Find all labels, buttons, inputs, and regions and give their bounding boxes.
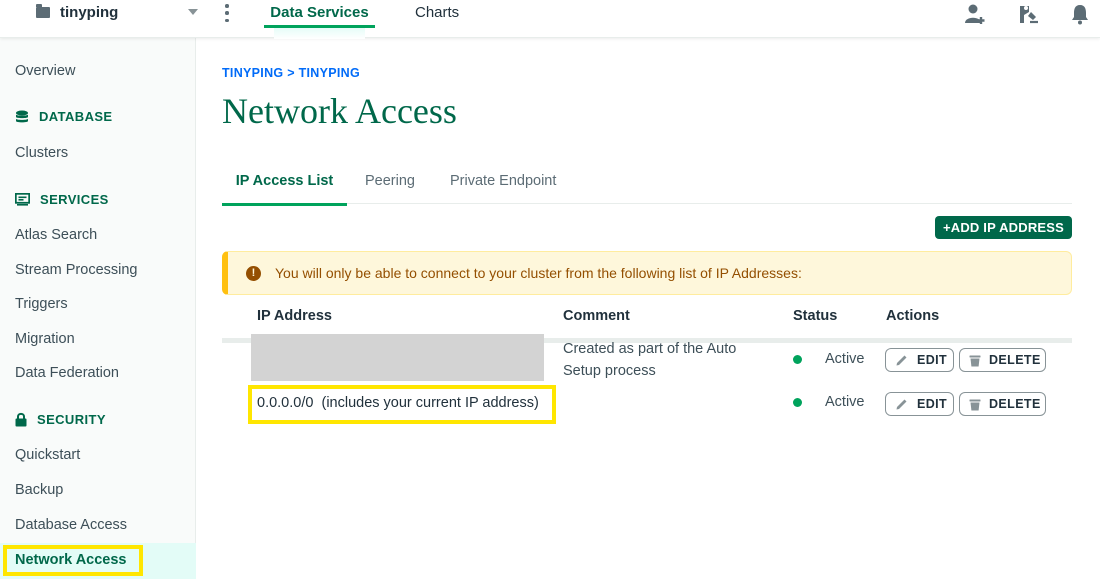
sidebar-item-data-federation[interactable]: Data Federation bbox=[15, 365, 119, 381]
column-header-comment: Comment bbox=[563, 308, 630, 324]
more-options-icon[interactable] bbox=[224, 4, 230, 22]
page-title: Network Access bbox=[222, 91, 457, 131]
redacted-ip-address bbox=[251, 334, 544, 381]
highlight-box bbox=[3, 545, 143, 576]
sidebar-item-clusters[interactable]: Clusters bbox=[15, 145, 68, 161]
sidebar-item-quickstart[interactable]: Quickstart bbox=[15, 447, 80, 463]
column-header-ip: IP Address bbox=[257, 308, 332, 324]
top-bar: tinyping Data Services Charts bbox=[0, 0, 1100, 39]
status-dot-icon bbox=[793, 398, 802, 407]
status-label: Active bbox=[825, 351, 865, 367]
delete-button[interactable]: DELETE bbox=[959, 348, 1046, 372]
sidebar-item-backup[interactable]: Backup bbox=[15, 482, 63, 498]
tab-ip-access-list[interactable]: IP Access List bbox=[222, 173, 347, 206]
breadcrumb[interactable]: TINYPING > TINYPING bbox=[222, 66, 360, 80]
sidebar-item-atlas-search[interactable]: Atlas Search bbox=[15, 227, 97, 243]
trash-icon bbox=[969, 355, 981, 366]
notifications-bell-icon[interactable] bbox=[1069, 3, 1091, 25]
pencil-icon bbox=[896, 399, 907, 410]
column-header-status: Status bbox=[793, 308, 838, 324]
highlight-box bbox=[248, 385, 556, 424]
trash-icon bbox=[969, 399, 981, 410]
invite-user-icon[interactable] bbox=[964, 3, 986, 25]
edit-button[interactable]: EDIT bbox=[885, 348, 954, 372]
status-dot-icon bbox=[793, 355, 802, 364]
sidebar: Overview DATABASE Clusters SERVICES Atla… bbox=[0, 38, 196, 579]
status-label: Active bbox=[825, 394, 865, 410]
chevron-down-icon[interactable] bbox=[188, 9, 198, 15]
sidebar-item-migration[interactable]: Migration bbox=[15, 331, 75, 347]
project-selector[interactable]: tinyping bbox=[36, 4, 118, 21]
sidebar-item-overview[interactable]: Overview bbox=[15, 63, 75, 79]
sidebar-item-triggers[interactable]: Triggers bbox=[15, 296, 68, 312]
row-comment: Created as part of the Auto Setup proces… bbox=[563, 341, 737, 379]
edit-button[interactable]: EDIT bbox=[885, 392, 954, 416]
delete-button[interactable]: DELETE bbox=[959, 392, 1046, 416]
warning-icon: ! bbox=[246, 265, 261, 281]
tab-data-services[interactable]: Data Services bbox=[264, 4, 375, 39]
database-icon bbox=[16, 110, 28, 122]
sidebar-item-database-access[interactable]: Database Access bbox=[15, 517, 127, 533]
sidebar-heading-database: DATABASE bbox=[15, 109, 113, 124]
tab-charts[interactable]: Charts bbox=[415, 4, 459, 21]
lock-icon bbox=[15, 412, 27, 427]
tab-peering[interactable]: Peering bbox=[365, 173, 415, 189]
tab-bar: IP Access List Peering Private Endpoint bbox=[222, 170, 1072, 206]
pencil-icon bbox=[896, 355, 907, 366]
column-header-actions: Actions bbox=[886, 308, 940, 324]
folder-icon bbox=[36, 4, 50, 18]
warning-banner: ! You will only be able to connect to yo… bbox=[222, 251, 1072, 295]
add-ip-address-button[interactable]: +ADD IP ADDRESS bbox=[935, 216, 1072, 239]
sidebar-heading-security: SECURITY bbox=[15, 412, 106, 427]
support-icon[interactable] bbox=[1017, 3, 1039, 25]
services-icon bbox=[15, 193, 30, 206]
sidebar-heading-services: SERVICES bbox=[15, 192, 109, 207]
banner-text: You will only be able to connect to your… bbox=[275, 265, 802, 281]
tab-private-endpoint[interactable]: Private Endpoint bbox=[450, 173, 556, 189]
project-name: tinyping bbox=[60, 4, 119, 21]
sidebar-item-stream-processing[interactable]: Stream Processing bbox=[15, 262, 138, 278]
